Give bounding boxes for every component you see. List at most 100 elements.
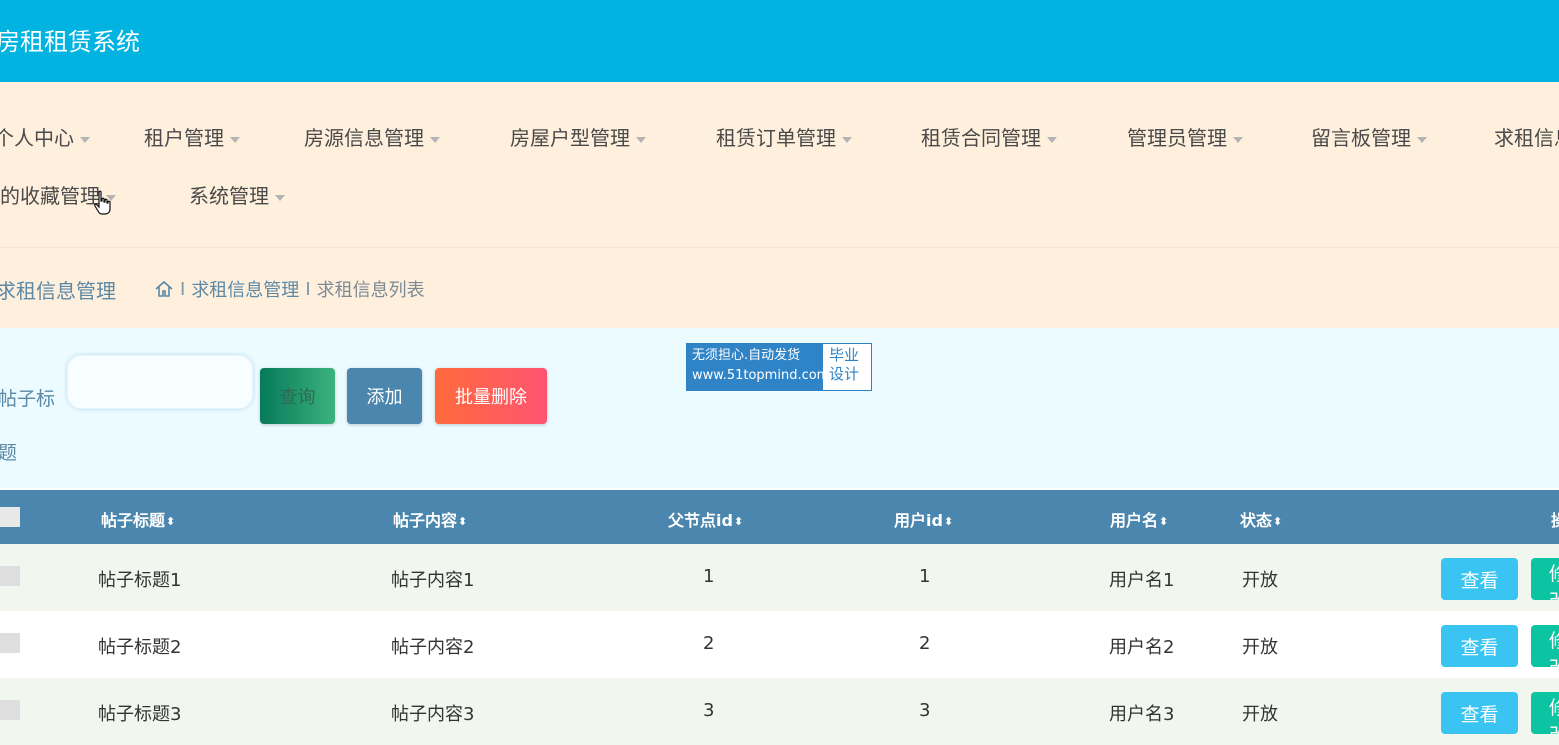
nav-item-label: 求租信息管理 — [1494, 126, 1559, 150]
watermark-url: www.51topmind.com — [692, 368, 830, 383]
caret-down-icon — [230, 136, 240, 143]
batch-delete-button[interactable]: 批量删除 — [435, 368, 547, 424]
search-label: 帖子标题 — [0, 388, 56, 464]
column-header-content[interactable]: 帖子内容⬍ — [393, 507, 467, 531]
caret-down-icon — [842, 136, 852, 143]
watermark-banner: 无须担心.自动发货 www.51topmind.com 毕业 设计 — [686, 343, 872, 391]
column-header-label: 帖子标题 — [101, 511, 166, 530]
edit-button[interactable]: 修改 — [1531, 625, 1559, 667]
column-header-label: 父节点id — [668, 511, 733, 530]
cell-userid: 1 — [919, 566, 931, 587]
query-button[interactable]: 查询 — [260, 368, 335, 424]
column-header-label: 状态 — [1240, 511, 1273, 530]
cell-username: 用户名2 — [1109, 637, 1175, 658]
nav-item-label: 租赁合同管理 — [921, 126, 1041, 150]
sort-icon: ⬍ — [943, 515, 954, 528]
nav-item-admin[interactable]: 管理员管理 — [1127, 122, 1243, 151]
cell-parentid: 3 — [703, 700, 715, 721]
cell-status: 开放 — [1242, 704, 1278, 725]
row-checkbox[interactable] — [0, 700, 20, 720]
nav-item-rent-request[interactable]: 求租信息管理 — [1494, 122, 1559, 151]
table-row: 帖子标题2 帖子内容2 2 2 用户名2 开放 查看 修改 — [0, 611, 1559, 678]
add-button[interactable]: 添加 — [347, 368, 422, 424]
table-row: 帖子标题3 帖子内容3 3 3 用户名3 开放 查看 修改 — [0, 678, 1559, 745]
column-header-label: 帖子内容 — [393, 511, 458, 530]
nav-item-listing[interactable]: 房源信息管理 — [304, 122, 440, 151]
nav-item-personal-center[interactable]: 个人中心 — [0, 122, 90, 151]
nav-item-label: 租赁订单管理 — [716, 126, 836, 150]
cell-title: 帖子标题2 — [98, 637, 182, 658]
breadcrumb-item-rent-request[interactable]: 求租信息管理 — [191, 276, 299, 302]
select-all-checkbox[interactable] — [0, 507, 20, 527]
nav-item-label: 系统管理 — [189, 184, 269, 208]
column-header-actions: 操作 — [1551, 507, 1559, 531]
caret-down-icon — [275, 194, 285, 201]
sort-icon: ⬍ — [458, 515, 468, 528]
nav-item-tenant[interactable]: 租户管理 — [144, 122, 240, 151]
breadcrumb-separator: I — [305, 278, 311, 300]
watermark-text: 设计 — [829, 365, 860, 383]
caret-down-icon — [1417, 136, 1427, 143]
breadcrumb: I 求租信息管理 I 求租信息列表 — [154, 276, 425, 302]
cell-userid: 3 — [919, 700, 931, 721]
cell-content: 帖子内容2 — [391, 637, 475, 658]
watermark-left: 无须担心.自动发货 www.51topmind.com — [687, 344, 830, 390]
breadcrumb-separator: I — [180, 278, 186, 300]
app-title: 房租租赁系统 — [0, 28, 140, 56]
column-header-title[interactable]: 帖子标题⬍ — [101, 507, 175, 531]
caret-down-icon — [636, 136, 646, 143]
caret-down-icon — [1233, 136, 1243, 143]
table-row: 帖子标题1 帖子内容1 1 1 用户名1 开放 查看 修改 — [0, 544, 1559, 611]
edit-button[interactable]: 修改 — [1531, 558, 1559, 600]
nav-item-label: 房屋户型管理 — [510, 126, 630, 150]
sort-icon: ⬍ — [733, 515, 744, 528]
table-header: 帖子标题⬍ 帖子内容⬍ 父节点id⬍ 用户id⬍ 用户名⬍ 状态⬍ 操作 — [0, 490, 1559, 544]
row-checkbox[interactable] — [0, 566, 20, 586]
column-header-label: 用户id — [894, 511, 943, 530]
view-button[interactable]: 查看 — [1441, 625, 1518, 667]
column-header-userid[interactable]: 用户id⬍ — [894, 507, 953, 531]
page-title: 求租信息管理 — [0, 279, 116, 303]
nav-item-house-type[interactable]: 房屋户型管理 — [510, 122, 646, 151]
cell-userid: 2 — [919, 633, 931, 654]
caret-down-icon — [1047, 136, 1057, 143]
breadcrumb-item-current: 求租信息列表 — [316, 280, 425, 301]
cell-title: 帖子标题3 — [98, 704, 182, 725]
sort-icon: ⬍ — [1273, 515, 1283, 528]
sort-icon: ⬍ — [1159, 515, 1169, 528]
nav-item-contract[interactable]: 租赁合同管理 — [921, 122, 1057, 151]
caret-down-icon — [430, 136, 440, 143]
view-button[interactable]: 查看 — [1441, 692, 1518, 734]
sort-icon: ⬍ — [166, 515, 176, 528]
nav-item-label: 留言板管理 — [1311, 126, 1411, 150]
cell-content: 帖子内容1 — [391, 570, 475, 591]
nav-item-label: 租户管理 — [144, 126, 224, 150]
watermark-text: 毕业 — [829, 346, 860, 364]
nav-item-label: 房源信息管理 — [304, 126, 424, 150]
main-nav: 个人中心 租户管理 房源信息管理 房屋户型管理 租赁订单管理 租赁合同管理 管理… — [0, 82, 1559, 248]
cell-parentid: 2 — [703, 633, 715, 654]
column-header-username[interactable]: 用户名⬍ — [1110, 507, 1168, 531]
watermark-text: 无须担心.自动发货 — [692, 348, 801, 363]
edit-button[interactable]: 修改 — [1531, 692, 1559, 734]
row-checkbox[interactable] — [0, 633, 20, 653]
view-button[interactable]: 查看 — [1441, 558, 1518, 600]
breadcrumb-bar: 求租信息管理 I 求租信息管理 I 求租信息列表 — [0, 248, 1559, 328]
column-header-parentid[interactable]: 父节点id⬍ — [668, 507, 743, 531]
nav-item-label: 个人中心 — [0, 126, 74, 150]
search-input[interactable] — [67, 355, 253, 409]
cell-parentid: 1 — [703, 566, 715, 587]
hand-cursor-icon — [94, 190, 111, 215]
cell-status: 开放 — [1242, 570, 1278, 591]
home-icon[interactable] — [154, 279, 174, 299]
column-header-label: 用户名 — [1110, 511, 1159, 530]
watermark-right: 毕业 设计 — [823, 344, 863, 390]
nav-item-label: 管理员管理 — [1127, 126, 1227, 150]
nav-item-system[interactable]: 系统管理 — [189, 180, 285, 209]
cell-content: 帖子内容3 — [391, 704, 475, 725]
caret-down-icon — [80, 136, 90, 143]
nav-item-message-board[interactable]: 留言板管理 — [1311, 122, 1427, 151]
app-header: 房租租赁系统 — [0, 0, 1559, 82]
column-header-status[interactable]: 状态⬍ — [1240, 507, 1282, 531]
nav-item-order[interactable]: 租赁订单管理 — [716, 122, 852, 151]
